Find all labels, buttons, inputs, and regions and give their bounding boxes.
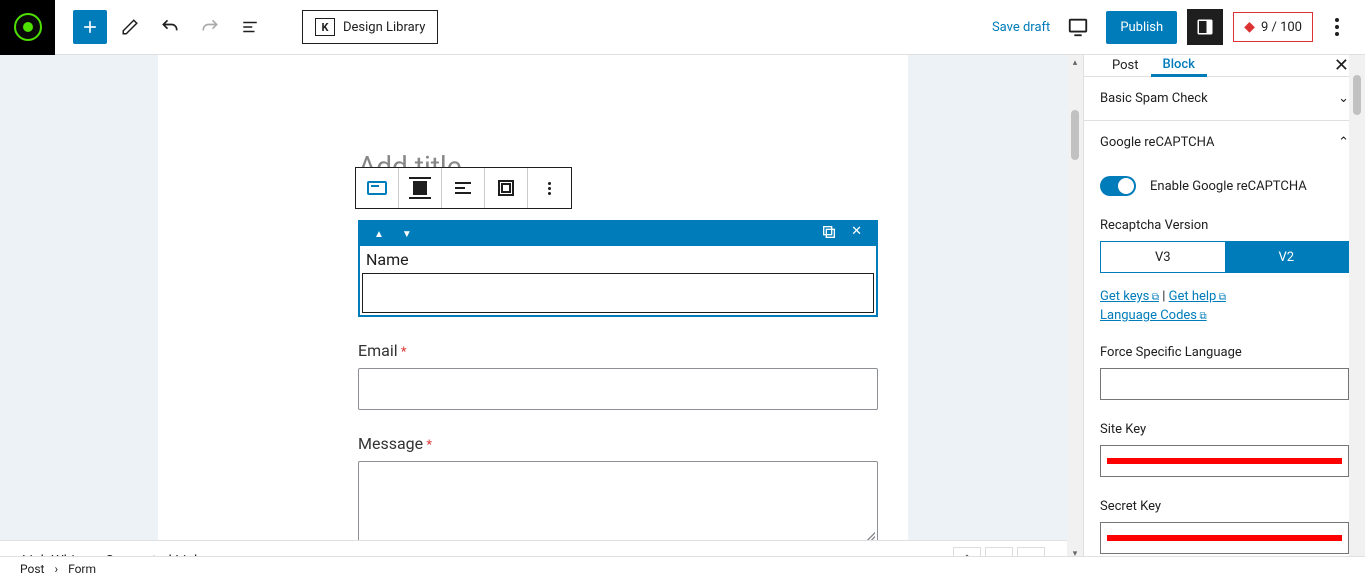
get-keys-link[interactable]: Get keys ⧉ (1100, 289, 1159, 304)
external-link-icon: ⧉ (1216, 292, 1226, 303)
breadcrumb-root[interactable]: Post (20, 562, 44, 576)
page-vertical-scrollbar[interactable] (1349, 55, 1365, 580)
breadcrumb-leaf[interactable]: Form (68, 562, 96, 576)
external-link-icon: ⧉ (1149, 292, 1159, 303)
move-down-icon[interactable]: ▼ (402, 229, 412, 240)
field-block-header: ▲ ▼ ✕ (360, 222, 876, 246)
recaptcha-version-select: V3 V2 (1100, 241, 1349, 273)
redo-button[interactable] (193, 10, 227, 44)
chevron-down-icon: ⌄ (1338, 91, 1349, 106)
save-draft-button[interactable]: Save draft (992, 20, 1050, 35)
recaptcha-header[interactable]: Google reCAPTCHA ⌃ (1084, 121, 1365, 164)
site-key-input[interactable] (1100, 445, 1349, 477)
block-toolbar (355, 167, 572, 209)
message-field-textarea[interactable] (358, 461, 878, 545)
email-field-label: Email (358, 341, 398, 360)
settings-panel-toggle[interactable] (1187, 9, 1223, 45)
block-breadcrumb: Post › Form (0, 556, 1365, 580)
spam-check-title: Basic Spam Check (1100, 91, 1208, 106)
add-block-button[interactable] (73, 10, 107, 44)
design-library-button[interactable]: K Design Library (302, 10, 438, 44)
message-field-label: Message (358, 434, 423, 453)
enable-recaptcha-row: Enable Google reCAPTCHA (1100, 170, 1349, 210)
block-more-button[interactable] (528, 168, 571, 208)
align-button[interactable] (399, 168, 442, 208)
breadcrumb-separator: › (54, 562, 58, 576)
secret-key-input[interactable] (1100, 522, 1349, 554)
site-key-label: Site Key (1100, 414, 1349, 445)
version-v2-option[interactable]: V2 (1225, 242, 1349, 272)
yoast-score-text: 9 / 100 (1261, 20, 1302, 35)
yoast-score-badge[interactable]: ◆ 9 / 100 (1233, 12, 1313, 42)
site-logo[interactable] (0, 0, 55, 55)
enable-recaptcha-label: Enable Google reCAPTCHA (1150, 179, 1307, 194)
block-type-button[interactable] (356, 168, 399, 208)
external-link-icon: ⧉ (1197, 311, 1207, 322)
message-field-block[interactable]: Message * (358, 434, 878, 545)
publish-button[interactable]: Publish (1106, 11, 1177, 44)
get-help-link[interactable]: Get help ⧉ (1169, 289, 1226, 304)
editor-canvas-wrap: Add title ▲ ▼ (0, 55, 1083, 580)
design-library-label: Design Library (343, 20, 425, 35)
version-label: Recaptcha Version (1100, 210, 1349, 241)
close-sidebar-button[interactable]: ✕ (1334, 55, 1349, 76)
required-indicator: * (426, 438, 432, 453)
force-language-input[interactable] (1100, 368, 1349, 400)
move-up-icon[interactable]: ▲ (374, 229, 384, 240)
spam-check-header[interactable]: Basic Spam Check ⌄ (1084, 77, 1365, 120)
force-language-label: Force Specific Language (1100, 337, 1349, 368)
undo-button[interactable] (153, 10, 187, 44)
document-outline-button[interactable] (233, 10, 267, 44)
name-field-block[interactable]: ▲ ▼ ✕ Name (358, 220, 878, 317)
preview-button[interactable] (1060, 9, 1096, 45)
editor-canvas[interactable]: Add title ▲ ▼ (158, 55, 908, 580)
more-options-button[interactable] (1323, 18, 1351, 36)
duplicate-button[interactable] (485, 168, 528, 208)
edit-mode-icon[interactable] (113, 10, 147, 44)
version-v3-option[interactable]: V3 (1101, 242, 1225, 272)
sidebar-tabs: Post Block ✕ (1084, 55, 1365, 77)
name-field-label[interactable]: Name (362, 248, 874, 271)
recaptcha-title: Google reCAPTCHA (1100, 135, 1215, 150)
top-toolbar: K Design Library Save draft Publish ◆ 9 … (0, 0, 1365, 55)
enable-recaptcha-toggle[interactable] (1100, 176, 1136, 196)
copy-field-icon[interactable] (821, 224, 837, 244)
chevron-up-icon: ⌃ (1338, 135, 1349, 150)
secret-key-label: Secret Key (1100, 491, 1349, 522)
tab-block[interactable]: Block (1151, 56, 1207, 77)
close-field-icon[interactable]: ✕ (851, 224, 862, 244)
design-library-icon: K (315, 18, 335, 36)
name-field-input[interactable] (362, 273, 874, 313)
settings-sidebar: Post Block ✕ Basic Spam Check ⌄ Google r… (1083, 55, 1365, 580)
canvas-vertical-scrollbar[interactable]: ▴ ▾ (1067, 55, 1083, 562)
form-block: ▲ ▼ ✕ Name Email (358, 220, 878, 580)
spam-check-panel: Basic Spam Check ⌄ (1084, 77, 1365, 121)
language-codes-link[interactable]: Language Codes ⧉ (1100, 308, 1207, 323)
tab-post[interactable]: Post (1100, 55, 1151, 76)
email-field-block[interactable]: Email * (358, 341, 878, 410)
email-field-input[interactable] (358, 368, 878, 410)
yoast-indicator-icon: ◆ (1244, 19, 1255, 35)
text-align-button[interactable] (442, 168, 485, 208)
required-indicator: * (401, 345, 407, 360)
recaptcha-panel: Google reCAPTCHA ⌃ Enable Google reCAPTC… (1084, 121, 1365, 580)
